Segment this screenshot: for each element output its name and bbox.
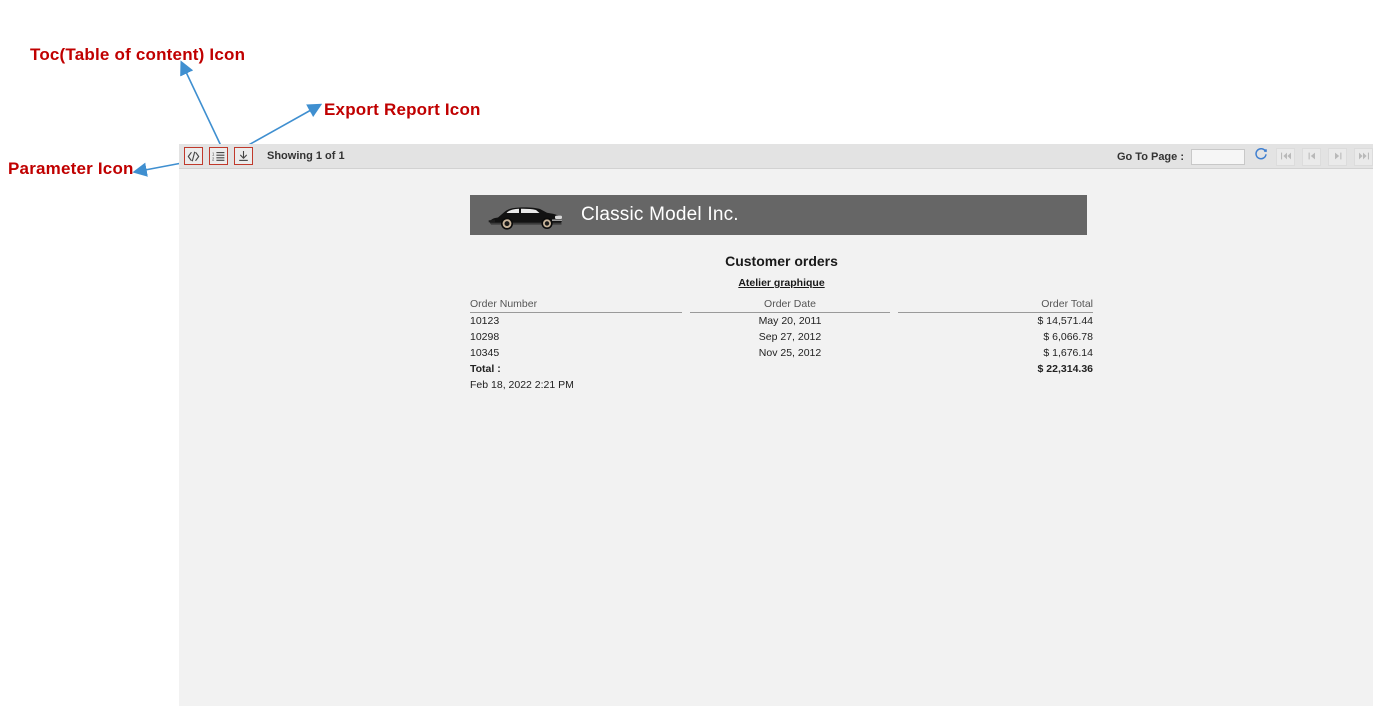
cell-gap — [890, 345, 898, 361]
column-header-order-number: Order Number — [470, 298, 682, 313]
cell-order-number: 10345 — [470, 347, 500, 359]
cell-order-number: 10298 — [470, 331, 500, 343]
table-row: 10345 Nov 25, 2012 $ 1,676.14 — [470, 345, 1093, 361]
table-total-row: Total : $ 22,314.36 — [470, 361, 1093, 377]
report-page-area: Classic Model Inc. Customer orders Ateli… — [179, 169, 1373, 706]
cell-order-date: Nov 25, 2012 — [758, 347, 822, 359]
column-gap — [890, 298, 898, 313]
cell-order-total: $ 14,571.44 — [1037, 315, 1093, 327]
first-page-icon — [1280, 148, 1292, 166]
report-viewer: 1 2 Showing 1 of 1 Go To Page: Classic … — [179, 144, 1373, 706]
screenshot-root: Toc(Table of content) Icon Export Report… — [0, 0, 1373, 709]
company-name: Classic Model Inc. — [581, 204, 739, 225]
cell-order-date: May 20, 2011 — [758, 315, 822, 327]
last-page-icon — [1358, 148, 1370, 166]
cell-gap — [890, 329, 898, 345]
export-button[interactable] — [234, 147, 253, 165]
refresh-button[interactable] — [1252, 147, 1269, 166]
cell-gap — [682, 329, 690, 345]
report-document: Classic Model Inc. Customer orders Ateli… — [470, 195, 1095, 391]
table-row: 10298 Sep 27, 2012 $ 6,066.78 — [470, 329, 1093, 345]
cell-order-total: $ 6,066.78 — [1043, 331, 1093, 343]
refresh-icon — [1254, 147, 1268, 166]
table-row: 10123 May 20, 2011 $ 14,571.44 — [470, 313, 1093, 330]
cell-gap — [890, 361, 898, 377]
cell-order-total: $ 1,676.14 — [1043, 347, 1093, 359]
report-timestamp: Feb 18, 2022 2:21 PM — [470, 379, 574, 391]
last-page-button[interactable] — [1354, 147, 1373, 166]
table-header-row: Order Number Order Date Order Total — [470, 298, 1093, 313]
cell-order-date: Sep 27, 2012 — [758, 331, 822, 343]
report-title: Customer orders — [725, 253, 838, 269]
total-value: $ 22,314.36 — [1037, 363, 1093, 375]
toc-annotation-label: Toc(Table of content) Icon — [30, 45, 246, 64]
download-arrow-icon — [237, 150, 250, 162]
toolbar-left-group: 1 2 Showing 1 of 1 — [179, 147, 345, 165]
cell-gap — [682, 361, 690, 377]
classic-car-icon — [488, 207, 562, 230]
numbered-list-icon: 1 2 — [212, 151, 225, 162]
cell-gap — [890, 313, 898, 330]
column-gap — [682, 298, 690, 313]
total-label: Total : — [470, 363, 501, 375]
cell-gap — [682, 345, 690, 361]
goto-page-input[interactable] — [1191, 148, 1245, 165]
next-page-button[interactable] — [1328, 147, 1347, 166]
column-header-order-total: Order Total — [898, 298, 1093, 313]
report-toolbar: 1 2 Showing 1 of 1 Go To Page: — [179, 144, 1373, 169]
toc-button[interactable]: 1 2 — [209, 147, 228, 165]
cell-gap — [682, 313, 690, 330]
code-brackets-icon — [187, 151, 200, 162]
svg-text:2: 2 — [212, 156, 215, 161]
next-page-icon — [1332, 148, 1344, 166]
parameter-annotation-label: Parameter Icon — [8, 159, 134, 178]
total-gap — [690, 361, 890, 377]
export-annotation-label: Export Report Icon — [324, 100, 481, 119]
showing-pages-status: Showing 1 of 1 — [267, 150, 345, 162]
previous-page-button[interactable] — [1302, 147, 1321, 166]
first-page-button[interactable] — [1276, 147, 1295, 166]
previous-page-icon — [1306, 148, 1318, 166]
cell-order-number: 10123 — [470, 315, 500, 327]
orders-table: Order Number Order Date Order Total 1012… — [470, 298, 1093, 377]
parameter-button[interactable] — [184, 147, 203, 165]
goto-page-label: Go To Page : — [1116, 150, 1184, 163]
report-banner: Classic Model Inc. — [470, 195, 1087, 235]
column-header-order-date: Order Date — [690, 298, 890, 313]
toolbar-right-group: Go To Page : — [1117, 144, 1373, 169]
report-subtitle-customer: Atelier graphique — [738, 277, 825, 289]
